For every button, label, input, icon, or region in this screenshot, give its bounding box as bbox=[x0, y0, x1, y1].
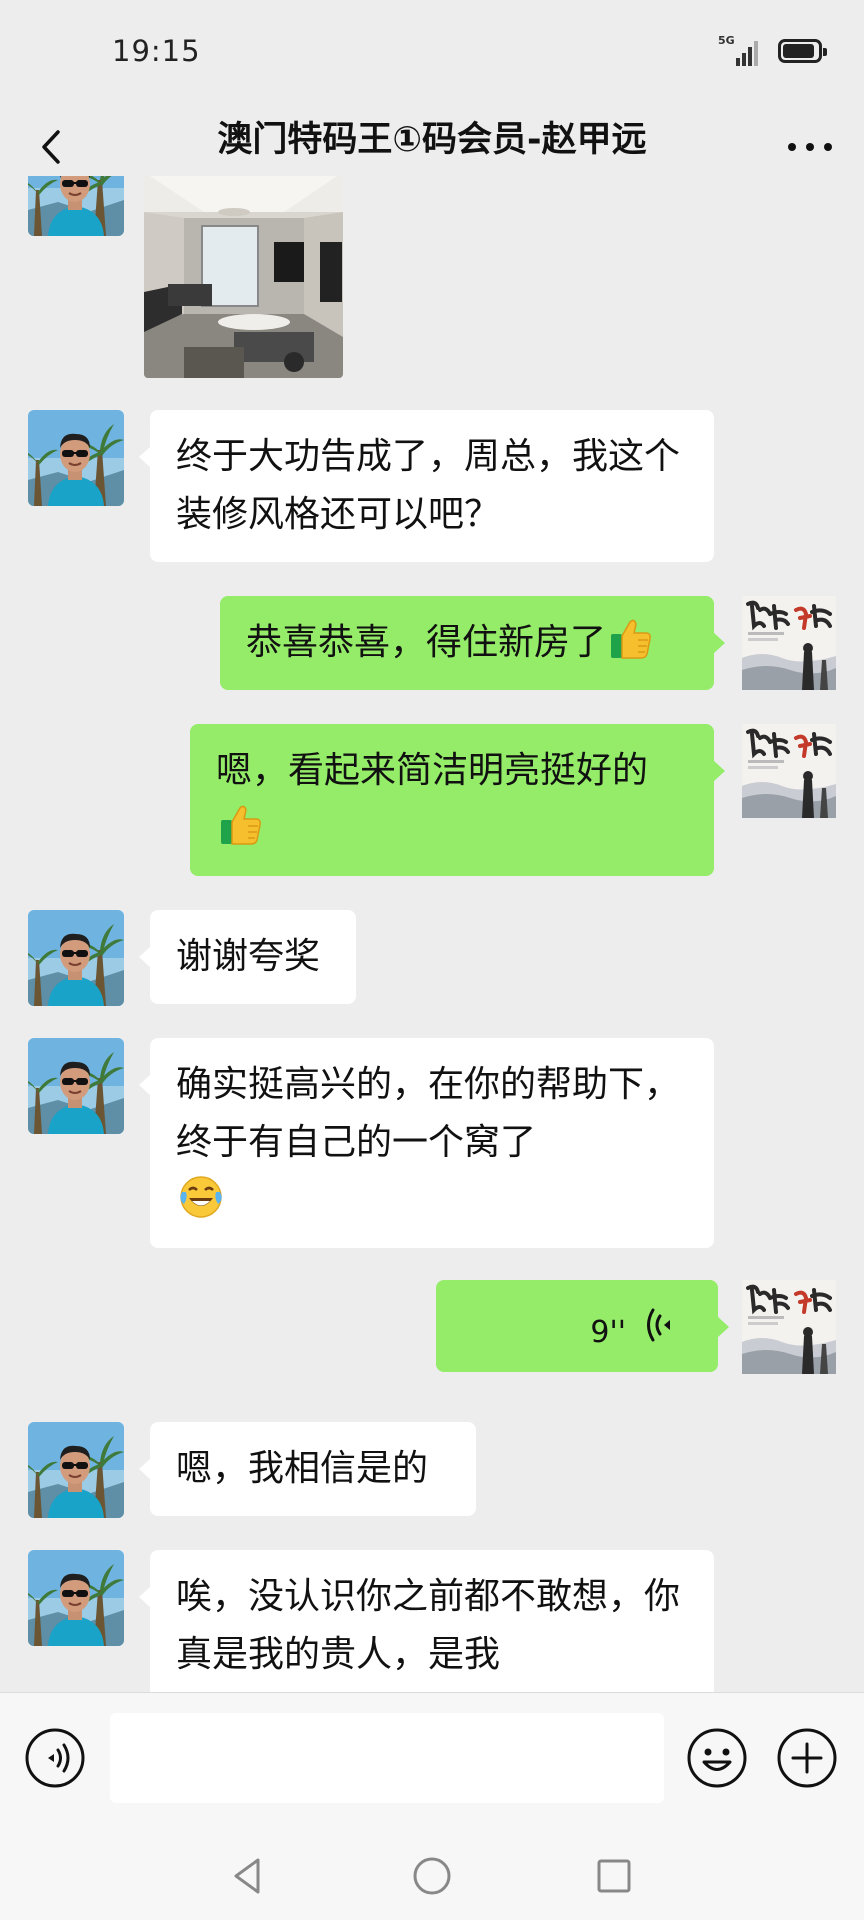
back-button[interactable] bbox=[28, 122, 78, 172]
input-bar bbox=[0, 1692, 864, 1831]
contact-avatar[interactable] bbox=[28, 1422, 124, 1518]
thumbs-up-emoji bbox=[608, 616, 654, 662]
message-text: 嗯，看起来简洁明亮挺好的 bbox=[216, 750, 649, 791]
voice-toggle-icon bbox=[25, 1728, 85, 1788]
battery-icon bbox=[778, 39, 827, 63]
more-button[interactable] bbox=[782, 122, 838, 172]
message-list[interactable]: 终于大功告成了，周总，我这个装修风格还可以吧？ 恭喜恭喜，得住新房了 嗯，看起来… bbox=[0, 176, 864, 1692]
my-avatar[interactable] bbox=[742, 724, 836, 818]
battery-level bbox=[783, 44, 814, 58]
image-message[interactable] bbox=[144, 176, 343, 378]
message-text: 嗯，我相信是的 bbox=[176, 1448, 429, 1489]
message-text: 谢谢夸奖 bbox=[176, 936, 321, 977]
plus-circle-icon bbox=[777, 1728, 837, 1788]
more-functions-button[interactable] bbox=[776, 1727, 838, 1789]
emoji-button[interactable] bbox=[686, 1727, 748, 1789]
status-time: 19:15 bbox=[112, 34, 201, 68]
signal-icon: 5G bbox=[718, 34, 760, 66]
message-bubble[interactable]: 确实挺高兴的，在你的帮助下，终于有自己的一个窝了 bbox=[139, 1038, 714, 1248]
message-text: 确实挺高兴的，在你的帮助下，终于有自己的一个窝了 bbox=[176, 1064, 681, 1163]
contact-avatar[interactable] bbox=[28, 910, 124, 1006]
my-avatar[interactable] bbox=[742, 596, 836, 690]
my-avatar[interactable] bbox=[742, 1280, 836, 1374]
voice-message[interactable]: 9'' bbox=[436, 1280, 729, 1372]
contact-avatar[interactable] bbox=[28, 1038, 124, 1134]
message-input[interactable] bbox=[110, 1713, 664, 1803]
nav-home-circle-icon bbox=[413, 1857, 451, 1895]
chat-screen: 19:15 5G 澳门特码王①码会员-赵甲远 终于大功告成了，周总，我这个装修风… bbox=[0, 0, 864, 1920]
status-icons: 5G bbox=[718, 34, 827, 66]
voice-toggle-button[interactable] bbox=[24, 1727, 86, 1789]
network-type: 5G bbox=[718, 34, 735, 47]
contact-avatar[interactable] bbox=[28, 410, 124, 506]
thumbs-up-emoji bbox=[218, 802, 264, 848]
chevron-left-icon bbox=[42, 130, 60, 164]
message-bubble[interactable]: 恭喜恭喜，得住新房了 bbox=[220, 596, 725, 690]
more-dots-icon bbox=[788, 143, 832, 151]
voice-duration: 9'' bbox=[590, 1315, 626, 1350]
living-room-photo bbox=[144, 176, 343, 378]
message-text: 恭喜恭喜，得住新房了 bbox=[246, 622, 607, 663]
message-bubble[interactable]: 终于大功告成了，周总，我这个装修风格还可以吧？ bbox=[139, 410, 714, 562]
message-bubble[interactable]: 嗯，看起来简洁明亮挺好的 bbox=[190, 724, 725, 876]
contact-avatar[interactable] bbox=[28, 176, 124, 236]
message-text: 终于大功告成了，周总，我这个装修风格还可以吧？ bbox=[176, 436, 681, 535]
voice-wave-icon bbox=[647, 1308, 670, 1342]
message-bubble[interactable]: 谢谢夸奖 bbox=[139, 910, 356, 1004]
smiley-icon bbox=[687, 1728, 747, 1788]
laugh-cry-emoji bbox=[178, 1174, 224, 1220]
message-text: 唉，没认识你之前都不敢想，你真是我的贵人，是我 bbox=[176, 1576, 681, 1675]
nav-home-button[interactable] bbox=[410, 1854, 454, 1898]
system-nav-bar bbox=[0, 1830, 864, 1920]
chat-title: 澳门特码王①码会员-赵甲远 bbox=[217, 120, 647, 160]
contact-avatar[interactable] bbox=[28, 1550, 124, 1646]
message-bubble[interactable]: 唉，没认识你之前都不敢想，你真是我的贵人，是我 bbox=[139, 1550, 714, 1692]
nav-recents-button[interactable] bbox=[592, 1854, 636, 1898]
message-bubble[interactable]: 嗯，我相信是的 bbox=[139, 1422, 476, 1516]
nav-back-button[interactable] bbox=[226, 1854, 270, 1898]
status-bar: 19:15 5G bbox=[0, 0, 864, 104]
nav-back-triangle-icon bbox=[234, 1858, 260, 1894]
nav-recents-square-icon bbox=[597, 1859, 631, 1893]
